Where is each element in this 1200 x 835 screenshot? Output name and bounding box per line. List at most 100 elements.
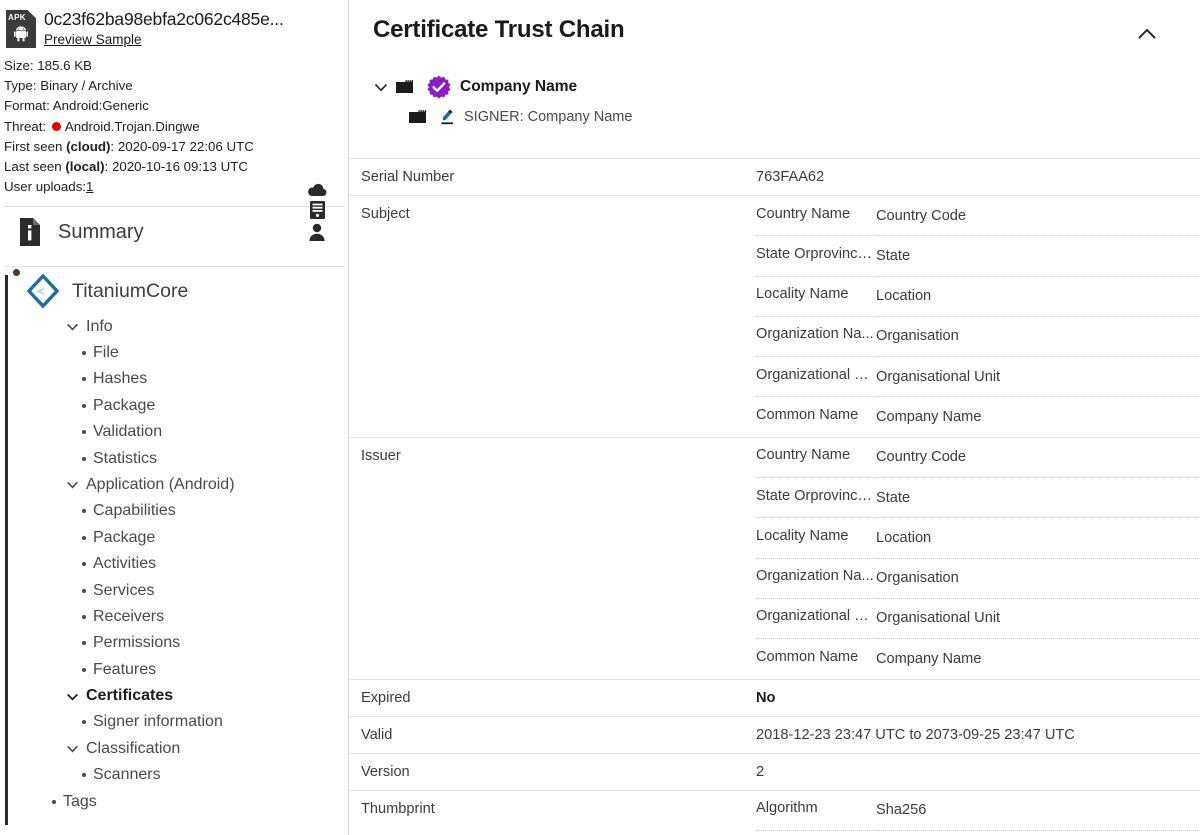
sub-key: Organization Na... [756, 316, 876, 358]
meta-type-label: Type: [4, 78, 37, 94]
sub-value: Sha256 [876, 790, 1200, 831]
table-row: Organizational U... Organisational Unit [756, 598, 1200, 640]
row-value: 763FAA62 [756, 169, 825, 185]
meta-last-seen-scope: (local) [65, 159, 105, 175]
file-name: 0c23f62ba98ebfa2c062c485e... [44, 9, 284, 29]
table-row: Issuer Country Name Country Code State Or… [349, 437, 1200, 679]
main-content: Certificate Trust Chain Company Name SIG… [349, 0, 1200, 835]
meta-uploads-label: User uploads: [4, 179, 87, 195]
table-row: Expired No [349, 679, 1200, 716]
meta-last-seen: Last seen (local): 2020-10-16 09:13 UTC [4, 159, 248, 175]
sidebar-item-activities[interactable]: Activities [6, 551, 348, 577]
sidebar-item-services[interactable]: Services [6, 577, 348, 603]
sub-value: Country Code [876, 437, 1200, 479]
bullet-icon [82, 456, 86, 461]
certificate-trust-chain-tree: Company Name SIGNER: Company Name [349, 48, 1200, 132]
table-row: Organization Na... Organisation [756, 558, 1200, 599]
titaniumcore-diamond-icon [26, 273, 60, 309]
sidebar-item-file[interactable]: File [6, 340, 348, 366]
bullet-icon [82, 667, 86, 672]
sidebar-item-label: Hashes [93, 370, 148, 388]
sub-key: Algorithm [756, 790, 876, 831]
preview-sample-link[interactable]: Preview Sample [44, 30, 142, 50]
chain-root-label: Company Name [460, 78, 578, 95]
sidebar-item-scanners[interactable]: Scanners [6, 762, 348, 788]
sidebar-item-label: File [93, 344, 119, 361]
cloud-icon [308, 183, 327, 196]
sub-key: State Orprovince... [756, 235, 876, 277]
certificate-details-table: Serial Number 763FAA62 Subject Country N… [349, 158, 1200, 835]
sidebar-item-tags[interactable]: Tags [6, 788, 348, 814]
sidebar-group-certificates[interactable]: Certificates [6, 683, 348, 709]
sub-value: Organisational Unit [876, 356, 1200, 398]
row-key: Serial Number [361, 169, 455, 185]
sidebar-summary-label: Summary [58, 220, 144, 243]
user-uploads-link[interactable]: 1 [86, 179, 93, 194]
chevron-down-icon [67, 323, 78, 331]
sub-value: Location [876, 517, 1200, 559]
chain-node-root[interactable]: Company Name [373, 72, 1200, 102]
sidebar-item-label: Activities [93, 555, 157, 573]
meta-first-seen-label: First seen [4, 138, 63, 154]
table-row: Common Name Company Name [756, 639, 1200, 679]
sidebar-item-label: Capabilities [93, 502, 176, 520]
sub-value: Organisation [876, 558, 1200, 599]
sidebar: APK 0c23f62ba98ebfa2c062c485e... Preview… [0, 0, 349, 835]
bullet-icon [82, 430, 86, 435]
sidebar-item-statistics[interactable]: Statistics [6, 445, 348, 471]
meta-threat-value: Android.Trojan.Dingwe [64, 118, 200, 134]
row-value: No [756, 689, 776, 706]
sidebar-item-signer-information[interactable]: Signer information [6, 709, 348, 735]
row-value: Country Name Country Code State Orprovinc… [756, 437, 1200, 679]
sidebar-item-label: Statistics [93, 449, 158, 467]
sidebar-item-label: Scanners [93, 766, 161, 784]
row-key: Expired [361, 689, 411, 706]
table-row: Organization Na... Organisation [756, 316, 1200, 358]
sidebar-item-summary[interactable]: Summary [0, 207, 348, 257]
bullet-icon [82, 588, 86, 593]
android-robot-icon [14, 26, 28, 42]
table-row: Locality Name Location [756, 276, 1200, 317]
sidebar-item-capabilities[interactable]: Capabilities [6, 498, 348, 524]
sidebar-item-package-info[interactable]: Package [6, 393, 348, 419]
bullet-icon [82, 403, 86, 408]
chevron-down-icon [67, 746, 78, 753]
threat-status-dot-icon [51, 121, 61, 131]
sidebar-item-label: Permissions [93, 634, 181, 652]
sidebar-group-info[interactable]: Info [6, 313, 348, 339]
sidebar-item-label: Services [93, 581, 155, 599]
sub-key: Common Name [756, 648, 859, 665]
sidebar-group-application[interactable]: Application (Android) [6, 472, 348, 498]
info-document-icon [20, 218, 40, 247]
sidebar-item-permissions[interactable]: Permissions [6, 630, 348, 656]
meta-type-value: Binary / Archive [40, 78, 133, 94]
app-root: APK 0c23f62ba98ebfa2c062c485e... Preview… [0, 0, 1200, 835]
meta-last-seen-label: Last seen [4, 159, 62, 175]
sidebar-item-features[interactable]: Features [6, 657, 348, 683]
chevron-up-icon[interactable] [1134, 22, 1160, 48]
sidebar-item-app-package[interactable]: Package [6, 525, 348, 551]
chevron-down-icon[interactable] [373, 79, 389, 95]
sub-key: Value [756, 830, 876, 835]
apk-icon-label: APK [8, 13, 26, 22]
meta-last-seen-value: 2020-10-16 09:13 UTC [111, 159, 248, 175]
sidebar-item-titaniumcore[interactable]: TitaniumCore [6, 267, 348, 313]
table-row: Version 2 [349, 753, 1200, 790]
row-value: 2018-12-23 23:47 UTC to 2073-09-25 23:47… [756, 726, 1075, 743]
chain-node-signer[interactable]: SIGNER: Company Name [373, 102, 1200, 132]
sidebar-item-label: Receivers [93, 607, 165, 625]
sidebar-item-label: Signer information [93, 713, 223, 731]
sidebar-item-hashes[interactable]: Hashes [6, 366, 348, 392]
sidebar-group-certificates-label: Certificates [86, 687, 174, 705]
bullet-icon [82, 535, 86, 540]
sidebar-item-receivers[interactable]: Receivers [6, 604, 348, 630]
sidebar-item-label: Package [93, 528, 156, 546]
sidebar-item-validation[interactable]: Validation [6, 419, 348, 445]
sidebar-group-classification[interactable]: Classification [6, 736, 348, 762]
bullet-icon [82, 773, 86, 778]
tree-vertical-rail [5, 275, 8, 825]
sub-value: State [876, 235, 1200, 277]
sub-key: Locality Name [756, 517, 876, 559]
table-row: Subject Country Name Country Code State O… [349, 195, 1200, 438]
sidebar-group-info-label: Info [86, 317, 113, 335]
